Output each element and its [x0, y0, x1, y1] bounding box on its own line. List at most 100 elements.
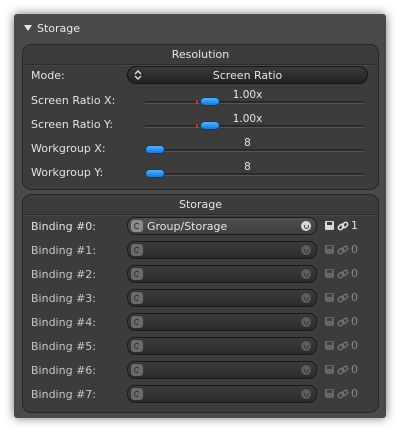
- reset-icon[interactable]: [301, 293, 311, 303]
- mode-value: Screen Ratio: [212, 69, 283, 82]
- storage-window: Storage Resolution Mode: Screen Ratio Sc…: [14, 14, 386, 418]
- link-count: 0: [351, 267, 358, 280]
- save-icon[interactable]: [325, 317, 334, 326]
- slider-track[interactable]: [145, 125, 364, 128]
- binding-field[interactable]: [127, 313, 317, 331]
- slider-track[interactable]: [145, 101, 364, 104]
- binding-label: Binding #0:: [31, 220, 96, 233]
- binding-row-5: Binding #5: 0: [23, 335, 378, 359]
- save-icon[interactable]: [325, 365, 334, 374]
- link-count: 1: [351, 219, 358, 232]
- screen-ratio-x-value: 1.00x: [232, 89, 263, 101]
- link-count: 0: [351, 291, 358, 304]
- slider-knob[interactable]: [199, 97, 220, 106]
- screen-ratio-y-slider[interactable]: 1.00x: [127, 113, 368, 137]
- resolution-panel: Resolution Mode: Screen Ratio Screen Rat…: [22, 44, 379, 190]
- binding-field[interactable]: [127, 361, 317, 379]
- default-marker: [195, 100, 198, 104]
- resource-icon: [131, 316, 143, 328]
- resource-icon: [131, 388, 143, 400]
- save-icon[interactable]: [325, 221, 334, 230]
- binding-row-2: Binding #2: 0: [23, 263, 378, 287]
- link-icon[interactable]: [337, 340, 349, 352]
- storage-panel-title: Storage: [178, 198, 223, 211]
- save-icon[interactable]: [325, 293, 334, 302]
- screen-ratio-y-row: Screen Ratio Y: 1.00x: [23, 113, 378, 137]
- workgroup-x-slider[interactable]: 8: [127, 137, 368, 161]
- resource-icon: [131, 292, 143, 304]
- reset-icon[interactable]: [301, 365, 311, 375]
- resource-icon: [131, 364, 143, 376]
- section-title: Storage: [37, 21, 81, 35]
- link-icon[interactable]: [337, 388, 349, 400]
- binding-row-7: Binding #7: 0: [23, 383, 378, 407]
- link-icon[interactable]: [337, 268, 349, 280]
- binding-value: Group/Storage: [147, 220, 228, 233]
- reset-icon[interactable]: [301, 269, 311, 279]
- save-icon[interactable]: [325, 341, 334, 350]
- workgroup-x-row: Workgroup X: 8: [23, 137, 378, 161]
- reset-icon[interactable]: [301, 221, 311, 231]
- resource-icon: [131, 268, 143, 280]
- link-icon[interactable]: [337, 316, 349, 328]
- section-header[interactable]: Storage: [14, 14, 386, 42]
- resolution-panel-title: Resolution: [171, 48, 230, 61]
- link-count: 0: [351, 315, 358, 328]
- binding-label: Binding #1:: [31, 244, 96, 257]
- screen-ratio-y-label: Screen Ratio Y:: [31, 118, 114, 131]
- save-icon[interactable]: [325, 389, 334, 398]
- save-icon[interactable]: [325, 269, 334, 278]
- link-icon[interactable]: [337, 364, 349, 376]
- binding-label: Binding #6:: [31, 364, 96, 377]
- resource-icon: [131, 340, 143, 352]
- screen-ratio-y-value: 1.00x: [232, 113, 263, 125]
- screen-ratio-x-slider[interactable]: 1.00x: [127, 89, 368, 113]
- link-count: 0: [351, 243, 358, 256]
- binding-row-3: Binding #3: 0: [23, 287, 378, 311]
- link-icon[interactable]: [337, 292, 349, 304]
- binding-field[interactable]: Group/Storage: [127, 217, 317, 235]
- resource-icon: [131, 244, 143, 256]
- binding-row-4: Binding #4: 0: [23, 311, 378, 335]
- binding-row-1: Binding #1: 0: [23, 239, 378, 263]
- binding-field[interactable]: [127, 385, 317, 403]
- save-icon[interactable]: [325, 245, 334, 254]
- binding-field[interactable]: [127, 265, 317, 283]
- binding-row-6: Binding #6: 0: [23, 359, 378, 383]
- slider-knob[interactable]: [145, 145, 165, 154]
- workgroup-y-slider[interactable]: 8: [127, 161, 368, 185]
- mode-dropdown[interactable]: Screen Ratio: [127, 66, 368, 84]
- workgroup-y-label: Workgroup Y:: [31, 166, 104, 179]
- slider-knob[interactable]: [199, 121, 220, 130]
- binding-field[interactable]: [127, 337, 317, 355]
- slider-track[interactable]: [145, 149, 364, 152]
- mode-label: Mode:: [31, 69, 65, 82]
- reset-icon[interactable]: [301, 245, 311, 255]
- reset-icon[interactable]: [301, 389, 311, 399]
- reset-icon[interactable]: [301, 341, 311, 351]
- storage-panel: Storage Binding #0: Group/Storage 1 Binding…: [22, 194, 379, 413]
- link-icon[interactable]: [337, 220, 349, 232]
- workgroup-x-label: Workgroup X:: [31, 142, 106, 155]
- default-marker: [195, 124, 198, 128]
- reset-icon[interactable]: [301, 317, 311, 327]
- binding-label: Binding #5:: [31, 340, 96, 353]
- slider-track[interactable]: [145, 173, 364, 176]
- triangle-down-icon[interactable]: [24, 25, 32, 31]
- binding-field[interactable]: [127, 241, 317, 259]
- binding-label: Binding #4:: [31, 316, 96, 329]
- mode-row: Mode: Screen Ratio: [23, 64, 378, 88]
- link-count: 0: [351, 363, 358, 376]
- link-icon[interactable]: [337, 244, 349, 256]
- binding-label: Binding #2:: [31, 268, 96, 281]
- binding-label: Binding #3:: [31, 292, 96, 305]
- screen-ratio-x-row: Screen Ratio X: 1.00x: [23, 89, 378, 113]
- screen-ratio-x-label: Screen Ratio X:: [31, 94, 116, 107]
- resource-icon: [131, 220, 143, 232]
- workgroup-y-row: Workgroup Y: 8: [23, 161, 378, 185]
- binding-label: Binding #7:: [31, 388, 96, 401]
- slider-knob[interactable]: [145, 169, 165, 178]
- link-count: 0: [351, 339, 358, 352]
- binding-field[interactable]: [127, 289, 317, 307]
- binding-row-0: Binding #0: Group/Storage 1: [23, 215, 378, 239]
